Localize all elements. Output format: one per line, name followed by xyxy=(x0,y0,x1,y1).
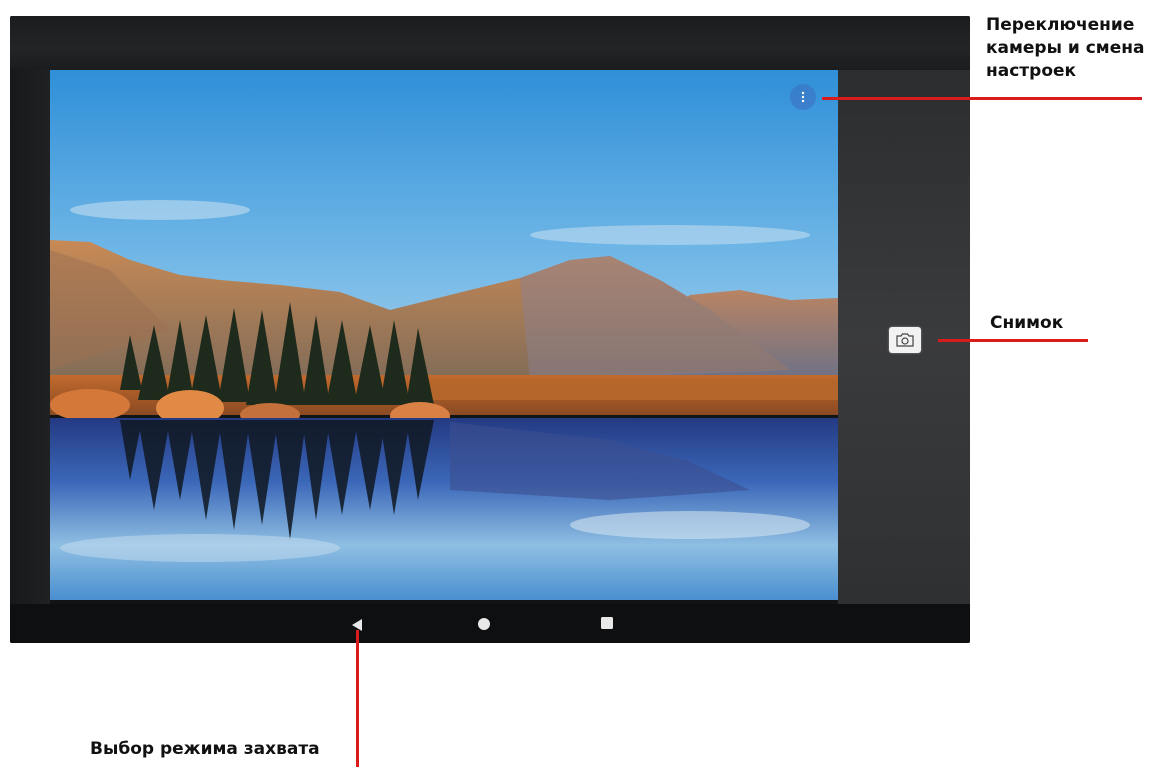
home-circle-icon[interactable] xyxy=(477,617,491,631)
settings-callout-line xyxy=(822,97,1142,100)
more-vert-icon xyxy=(801,91,805,103)
recents-square-icon[interactable] xyxy=(601,617,613,629)
android-navigation-bar xyxy=(10,604,970,643)
camera-icon xyxy=(896,333,914,347)
shutter-callout-line xyxy=(938,339,1088,342)
shutter-button[interactable] xyxy=(889,327,921,353)
mode-callout-line xyxy=(356,630,359,767)
more-options-button[interactable] xyxy=(790,84,816,110)
settings-callout-label: Переключение камеры и смена настроек xyxy=(986,15,1145,81)
device-top-bezel xyxy=(10,16,970,70)
device-left-bezel xyxy=(10,70,50,643)
tablet-device xyxy=(10,16,970,643)
shutter-callout-label: Снимок xyxy=(990,313,1064,333)
camera-viewfinder[interactable] xyxy=(50,70,838,600)
landscape-preview-image xyxy=(50,70,838,600)
mode-callout-label: Выбор режима захвата xyxy=(90,739,320,759)
